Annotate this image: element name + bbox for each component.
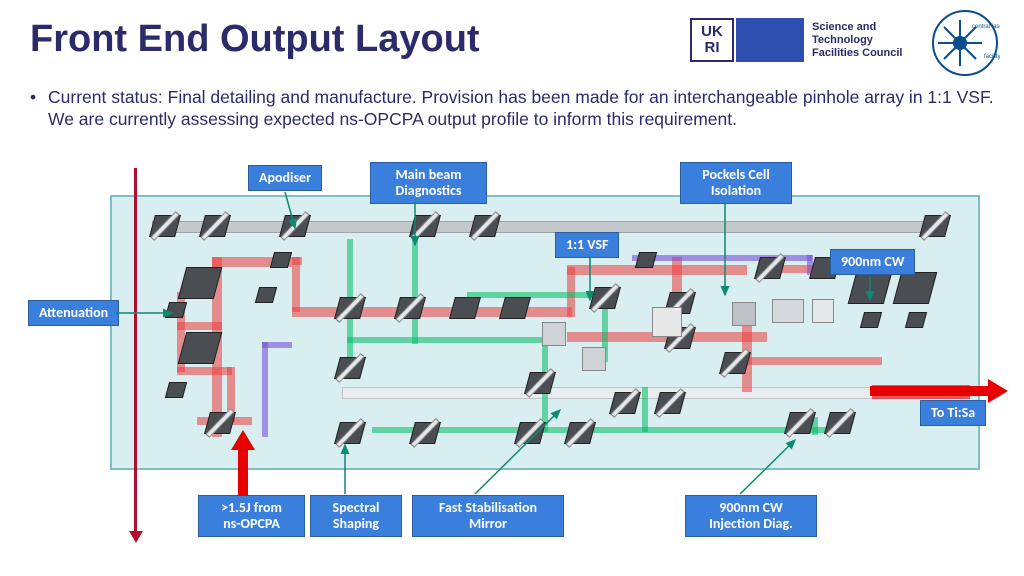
label-tisa: To Ti:Sa: [920, 400, 986, 426]
label-vsf: 1:1 VSF: [555, 232, 619, 258]
label-cw: 900nm CW: [830, 249, 915, 275]
label-attenuation: Attenuation: [28, 300, 119, 326]
input-arrow: [238, 448, 248, 496]
ukri-mark: UKRI: [690, 18, 734, 62]
clf-logo: central laser facility: [930, 8, 1000, 78]
label-spectral: Spectral Shaping: [310, 495, 402, 537]
label-cwinj: 900nm CW Injection Diag.: [685, 495, 817, 537]
optics-diagram: [110, 195, 980, 470]
svg-text:facility: facility: [984, 54, 1000, 60]
stfc-text: Science and Technology Facilities Counci…: [812, 21, 902, 60]
label-apodiser: Apodiser: [248, 165, 322, 191]
stfc-logo: UKRI Science and Technology Facilities C…: [690, 18, 902, 62]
status-bullet: Current status: Final detailing and manu…: [48, 86, 994, 130]
label-main-diag: Main beam Diagnostics: [370, 162, 487, 204]
label-input: >1.5J from ns-OPCPA: [198, 495, 305, 537]
label-pockels: Pockels Cell Isolation: [680, 162, 792, 204]
stfc-bar: [736, 18, 804, 62]
page-title: Front End Output Layout: [30, 18, 480, 61]
input-flow-arrow: [134, 168, 137, 533]
label-faststab: Fast Stabilisation Mirror: [412, 495, 564, 537]
svg-text:central laser: central laser: [972, 24, 1000, 30]
output-arrow: [870, 386, 990, 396]
